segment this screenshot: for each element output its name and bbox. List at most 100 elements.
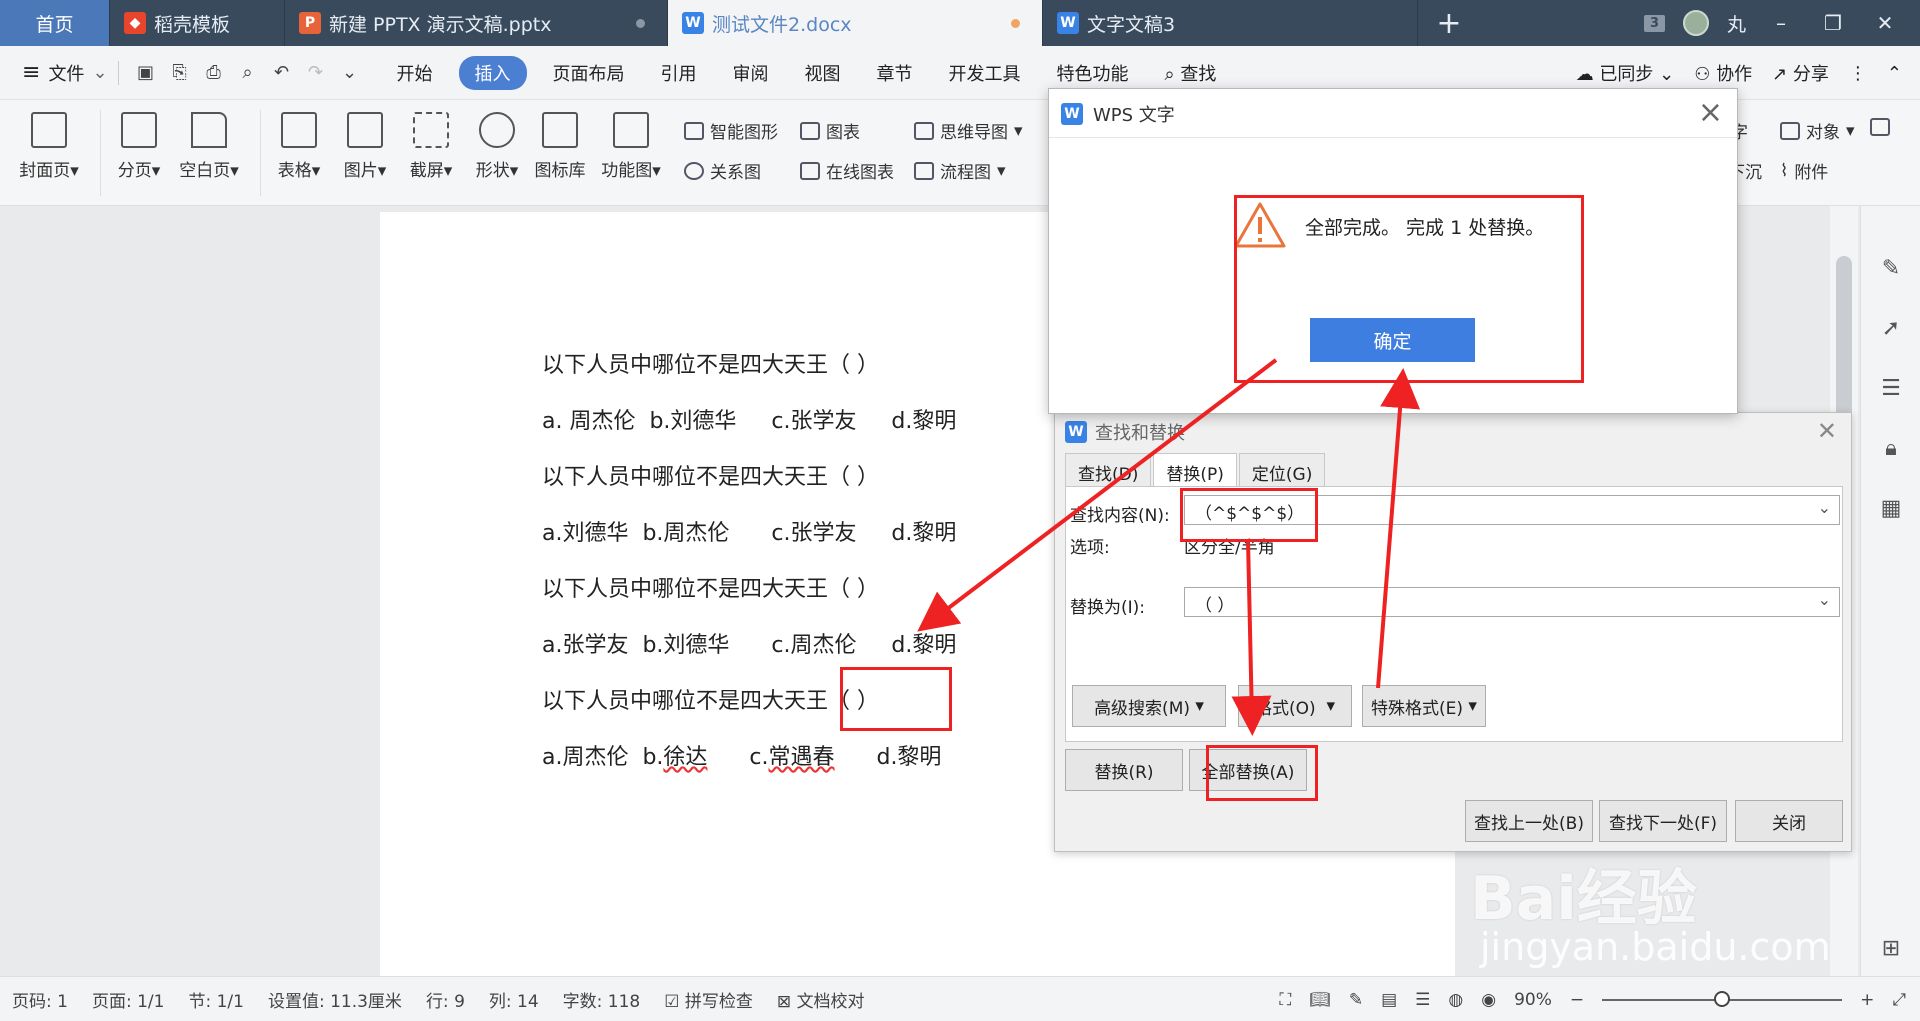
image-icon[interactable]: ▦ (1879, 496, 1903, 521)
icon-library-button[interactable]: 图标库 (525, 112, 595, 181)
menu-insert[interactable]: 插入 (458, 55, 527, 90)
relation-chart-button[interactable]: 关系图 (684, 158, 761, 183)
pen-icon[interactable]: ✎ (1349, 990, 1363, 1010)
menu-start[interactable]: 开始 (397, 60, 433, 86)
setting-value[interactable]: 设置值: 11.3厘米 (268, 987, 402, 1012)
word-count[interactable]: 字数: 118 (563, 987, 641, 1012)
page-view-icon[interactable]: ▤ (1381, 990, 1397, 1010)
zoom-knob[interactable] (1714, 990, 1731, 1007)
edit-icon[interactable]: ✎ (1879, 256, 1903, 281)
zoom-in-icon[interactable]: + (1860, 990, 1874, 1010)
screenshot-button[interactable]: 截屏▾ (396, 112, 466, 181)
spell-check[interactable]: ☑ 拼写检查 (664, 987, 753, 1012)
tab-docx-active[interactable]: W 测试文件2.docx (668, 0, 1043, 46)
menu-file[interactable]: 文件 (48, 60, 84, 86)
blank-page-button[interactable]: 空白页▾ (174, 112, 244, 181)
fullscreen-icon[interactable]: ⛶ (1279, 990, 1291, 1010)
spell-error-text: 常遇春 (768, 745, 835, 770)
mindmap-button[interactable]: 思维导图 ▾ (914, 118, 1023, 143)
collapse-ribbon-icon[interactable]: ⌃ (1887, 63, 1902, 84)
chevron-down-icon[interactable]: ⌄ (92, 62, 107, 83)
read-mode-icon[interactable]: 📖︎ (1309, 990, 1331, 1010)
customize-icon[interactable]: ⌄ (333, 62, 367, 83)
tab-doc3[interactable]: W 文字文稿3 (1043, 0, 1418, 46)
undo-icon[interactable]: ↶ (265, 62, 299, 83)
flowchart-button[interactable]: 流程图 ▾ (914, 158, 1006, 183)
page-number[interactable]: 页码: 1 (12, 987, 68, 1012)
restore-icon[interactable]: ❐ (1816, 11, 1850, 35)
column[interactable]: 列: 14 (489, 987, 539, 1012)
fit-icon[interactable]: ⤢ (1892, 990, 1906, 1010)
chevron-down-icon[interactable]: ⌄ (1818, 498, 1831, 517)
web-view-icon[interactable]: ◍ (1448, 990, 1463, 1010)
tab-docer-templates[interactable]: ◆ 稻壳模板 (110, 0, 285, 46)
find-next-button[interactable]: 查找下一处(F) (1599, 800, 1727, 842)
proofread[interactable]: ⊠ 文档校对 (777, 987, 865, 1012)
page-count[interactable]: 页面: 1/1 (92, 987, 165, 1012)
avatar[interactable] (1682, 10, 1709, 36)
attachment-button[interactable]: ⌇ 附件 (1780, 158, 1828, 184)
find-previous-button[interactable]: 查找上一处(B) (1465, 800, 1593, 842)
menu-view[interactable]: 视图 (805, 60, 841, 86)
window-count-badge[interactable]: 3 (1643, 14, 1665, 32)
tab-label: 首页 (35, 13, 74, 36)
menu-page-layout[interactable]: 页面布局 (553, 60, 625, 86)
menu-developer[interactable]: 开发工具 (949, 60, 1021, 86)
menu-references[interactable]: 引用 (661, 60, 697, 86)
table-button[interactable]: 表格▾ (264, 112, 334, 181)
special-format-button[interactable]: 特殊格式(E) ▾ (1362, 685, 1486, 727)
replace-button[interactable]: 替换(R) (1065, 749, 1183, 791)
print-preview-icon[interactable]: ⌕ (231, 62, 265, 83)
replace-value: （ ） (1195, 596, 1235, 616)
close-window-icon[interactable]: ✕ (1868, 11, 1902, 35)
zoom-out-icon[interactable]: − (1570, 990, 1584, 1010)
lock-icon[interactable]: 🔒︎ (1879, 436, 1903, 461)
smartart-button[interactable]: 智能图形 (684, 118, 778, 143)
close-icon[interactable]: × (1698, 95, 1723, 130)
online-chart-button[interactable]: 在线图表 (800, 158, 894, 183)
print-icon[interactable]: ⎙ (197, 62, 231, 83)
tab-home[interactable]: 首页 (0, 0, 110, 46)
outline-icon[interactable]: ☰ (1415, 990, 1430, 1010)
menu-review[interactable]: 审阅 (733, 60, 769, 86)
menu-search[interactable]: ⌕ 查找 (1165, 60, 1217, 86)
cover-page-button[interactable]: 封面页▾ (14, 112, 84, 181)
replace-input[interactable]: （ ） ⌄ (1184, 587, 1840, 617)
tab-modified-dot[interactable] (1011, 18, 1020, 28)
row[interactable]: 行: 9 (426, 987, 465, 1012)
eye-protect-icon[interactable]: ◉ (1481, 990, 1496, 1010)
share-button[interactable]: ↗ 分享 (1772, 60, 1829, 86)
tab-close-dot[interactable] (636, 18, 645, 28)
zoom-slider[interactable] (1602, 990, 1843, 1007)
menu-features[interactable]: 特色功能 (1057, 60, 1129, 86)
collab-button[interactable]: ⚇ 协作 (1694, 60, 1752, 86)
format-button[interactable]: 格式(O) ▾ (1238, 685, 1352, 727)
minimize-icon[interactable]: – (1764, 11, 1798, 35)
chart-button[interactable]: 图表 (800, 118, 860, 143)
tab-pptx[interactable]: P 新建 PPTX 演示文稿.pptx (285, 0, 668, 46)
picture-button[interactable]: 图片▾ (330, 112, 400, 181)
hamburger-icon[interactable]: ≡ (22, 60, 40, 85)
zoom-level[interactable]: 90% (1514, 990, 1552, 1010)
redo-icon[interactable]: ↷ (299, 62, 333, 83)
close-button[interactable]: 关闭 (1735, 800, 1843, 842)
adjust-icon[interactable]: ☰ (1879, 376, 1903, 401)
chevron-down-icon[interactable]: ⌄ (1818, 590, 1831, 609)
apps-icon[interactable]: ⊞ (1879, 936, 1903, 961)
function-chart-button[interactable]: 功能图▾ (596, 112, 666, 181)
format-painter-icon[interactable]: ⎘ (163, 62, 197, 83)
save-icon[interactable]: ▣ (129, 62, 163, 83)
new-tab-button[interactable]: + (1418, 0, 1480, 46)
close-icon[interactable]: ✕ (1817, 417, 1837, 445)
object-button[interactable]: 对象 ▾ (1780, 118, 1855, 143)
page-break-button[interactable]: 分页▾ (104, 112, 174, 181)
sync-status[interactable]: ☁ 已同步 ⌄ (1576, 60, 1675, 86)
more-ribbon-icon[interactable] (1870, 118, 1890, 136)
user-name[interactable]: 丸 (1727, 10, 1746, 37)
section[interactable]: 节: 1/1 (188, 987, 244, 1012)
shape-button[interactable]: 形状▾ (462, 112, 532, 181)
cursor-icon[interactable]: ➚ (1879, 316, 1903, 341)
menu-chapter[interactable]: 章节 (877, 60, 913, 86)
advanced-search-button[interactable]: 高级搜索(M) ▾ (1072, 685, 1226, 727)
more-icon[interactable]: ⋮ (1849, 63, 1867, 84)
